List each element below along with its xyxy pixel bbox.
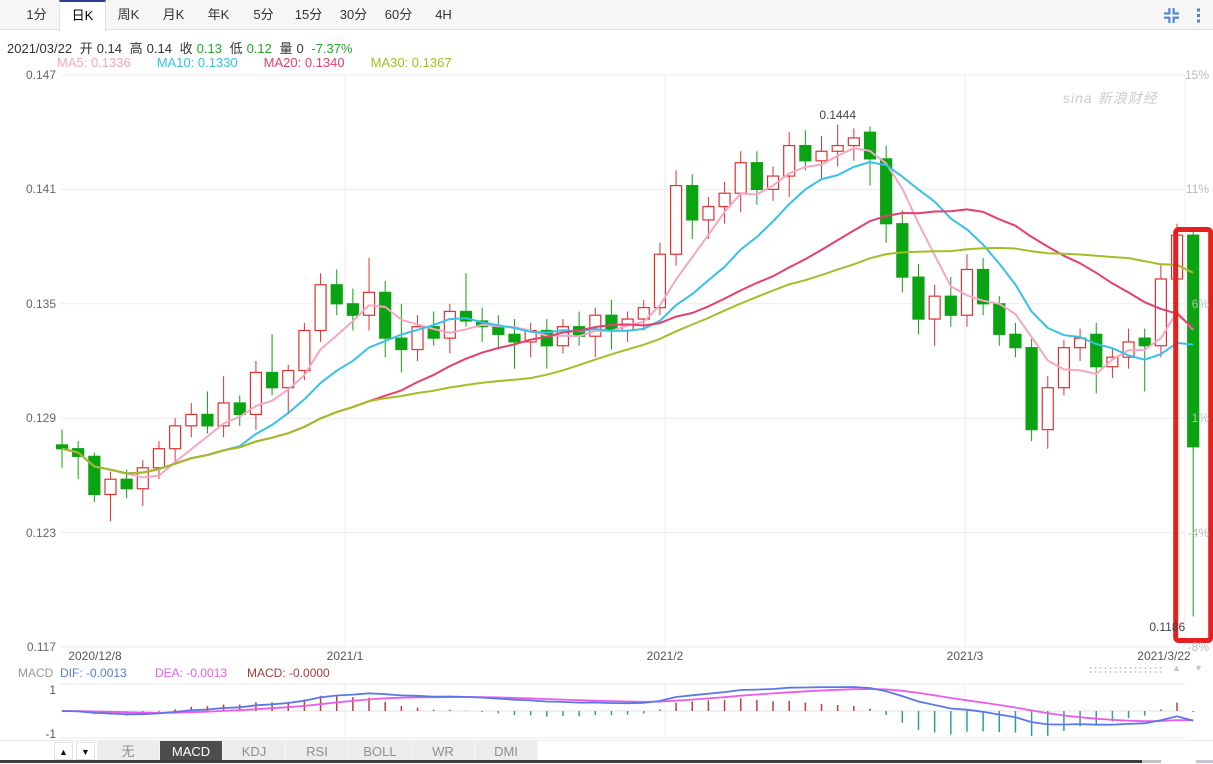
date-axis-label: 2021/3/22 [1137, 649, 1191, 663]
macd-dea-readout: DEA: -0.0013 [155, 666, 228, 680]
period-tab-日K[interactable]: 日K [59, 0, 106, 31]
percent-axis-label: 15% [1184, 68, 1209, 82]
hscrollbar-track-end[interactable] [1196, 760, 1213, 763]
price-axis-label: 0.147 [25, 68, 56, 82]
close-label: 收 [179, 41, 193, 56]
ma-legend-ma5: MA5: 0.1336 [57, 55, 131, 70]
indicator-tab-boll[interactable]: BOLL [349, 741, 412, 762]
macd-panel-label: MACD [18, 666, 54, 680]
indicator-tab-macd[interactable]: MACD [160, 741, 223, 762]
period-tab-周K[interactable]: 周K [106, 0, 151, 29]
date-axis-label: 2021/2 [646, 649, 684, 663]
price-axis-label: 0.117 [26, 640, 56, 654]
macd-tick-label: 1 [49, 683, 56, 697]
date-axis-label: 2020/12/8 [68, 649, 122, 663]
indicator-toolbar: ▲ ▼ 无 MACD KDJ RSI BOLL WR DMI [0, 740, 1213, 762]
volume-value: 0 [296, 41, 304, 56]
mini-scroll-down-icon[interactable]: ▼ [1194, 663, 1203, 673]
mini-scrollbar-dots[interactable] [1088, 666, 1164, 674]
date-axis-label: 2021/3 [946, 649, 984, 663]
open-label: 开 [79, 41, 93, 56]
period-tab-年K[interactable]: 年K [196, 0, 241, 29]
kline-chart-region[interactable]: 1分 日K 周K 月K 年K 5分 15分 30分 60分 4H 2021/03/22 开 0.14… [0, 0, 1213, 764]
ma-legend-ma30: MA30: 0.1367 [370, 55, 452, 70]
indicator-tab-dmi[interactable]: DMI [475, 741, 538, 762]
indicator-tab-wr[interactable]: WR [412, 741, 475, 762]
ma-legend-ma10: MA10: 0.1330 [156, 55, 238, 70]
sina-watermark: sina 新浪财经 [1063, 90, 1158, 106]
percent-axis-label: 11% [1185, 182, 1209, 197]
period-tab-30分[interactable]: 30分 [331, 0, 376, 29]
period-tab-月K[interactable]: 月K [151, 0, 196, 29]
change-percent: -7.37% [311, 41, 353, 56]
period-tabs: 1分 日K 周K 月K 年K 5分 15分 30分 60分 4H [14, 0, 466, 31]
price-axis-label: 0.123 [25, 525, 56, 540]
percent-axis-label: -4% [1187, 525, 1209, 540]
price-axis-label: 0.135 [25, 296, 56, 311]
volume-label: 量 [279, 41, 293, 56]
hscrollbar-thumb[interactable] [0, 760, 1142, 763]
indicator-tab-无[interactable]: 无 [97, 741, 160, 762]
high-label: 高 [129, 41, 143, 56]
date-axis-label: 2021/1 [326, 649, 364, 663]
period-tab-1分[interactable]: 1分 [14, 0, 59, 29]
candlestick-macd-canvas [55, 74, 1213, 739]
mini-scroll-up-icon[interactable]: ▲ [1172, 663, 1181, 673]
kebab-menu-icon[interactable] [1196, 7, 1201, 24]
percent-axis-label: 1% [1191, 411, 1209, 426]
low-value: 0.12 [246, 41, 272, 56]
ma-legend: MA5: 0.1336 MA10: 0.1330 MA20: 0.1340 MA30:… [57, 55, 478, 70]
hscrollbar-track-segment[interactable] [1142, 760, 1161, 763]
period-tabbar: 1分 日K 周K 月K 年K 5分 15分 30分 60分 4H [0, 0, 1213, 31]
open-value: 0.14 [96, 41, 123, 56]
period-tab-15分[interactable]: 15分 [286, 0, 331, 29]
macd-value-readout: MACD: -0.0000 [247, 666, 330, 680]
price-axis-label: 0.141 [25, 182, 56, 197]
price-axis-label: 0.129 [25, 411, 56, 426]
high-price-annotation: 0.1444 [819, 107, 857, 122]
collapse-icon[interactable] [1163, 7, 1180, 24]
indicator-tab-kdj[interactable]: KDJ [223, 741, 286, 762]
tabbar-icons [1163, 0, 1201, 30]
period-tab-60分[interactable]: 60分 [376, 0, 421, 29]
panel-up-button[interactable]: ▲ [54, 742, 73, 760]
ma-legend-ma20: MA20: 0.1340 [263, 55, 345, 70]
panel-down-button[interactable]: ▼ [76, 742, 95, 760]
close-value: 0.13 [196, 41, 222, 56]
high-value: 0.14 [146, 41, 172, 56]
period-tab-5分[interactable]: 5分 [241, 0, 286, 29]
low-label: 低 [229, 41, 243, 56]
percent-axis-label: 6% [1191, 296, 1209, 311]
period-tab-4H[interactable]: 4H [421, 0, 466, 29]
macd-dif-readout: DIF: -0.0013 [60, 666, 127, 680]
indicator-tab-rsi[interactable]: RSI [286, 741, 349, 762]
info-date: 2021/03/22 [7, 41, 73, 56]
low-price-annotation: 0.1186 [1149, 620, 1186, 635]
macd-tick-label: -1 [45, 727, 56, 741]
